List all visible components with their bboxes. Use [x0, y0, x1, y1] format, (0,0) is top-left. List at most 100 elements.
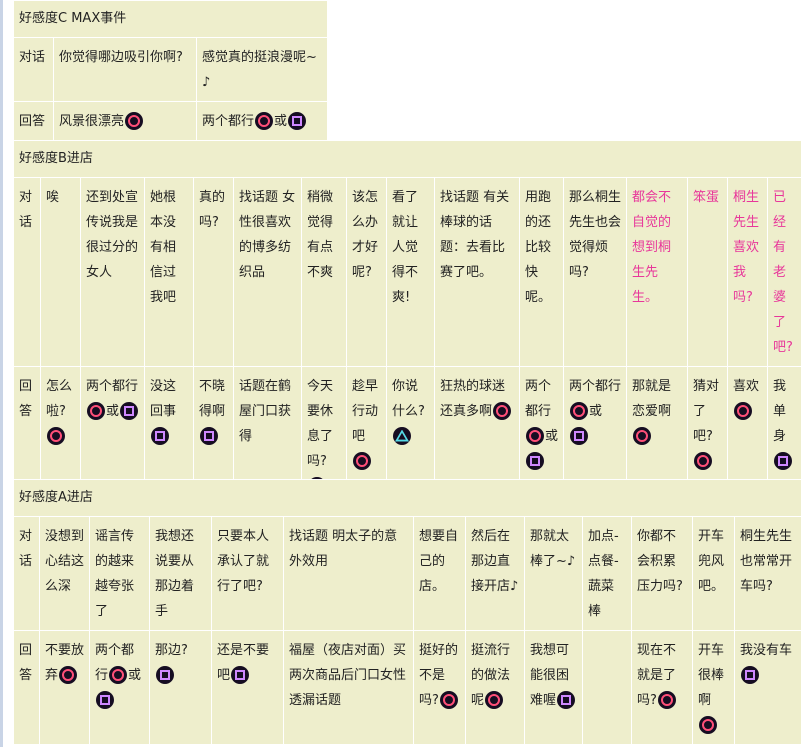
square-button-icon — [741, 665, 759, 684]
circle-button-icon — [353, 451, 371, 470]
answer-text: 趁早行动吧 — [352, 379, 379, 444]
circle-button-icon — [526, 426, 544, 445]
answer-cell: 我没有车 — [734, 630, 802, 745]
square-button-icon — [231, 665, 250, 684]
square-button-icon — [200, 426, 218, 445]
answer-cell: 还是不要吧 — [211, 630, 284, 745]
circle-button-icon — [47, 426, 65, 445]
dialogue-row: 对话 唉 还到处宣传说我是很过分的女人 她根本没有相信过我吧 真的吗? 找话题 … — [13, 177, 803, 367]
square-button-icon — [570, 426, 588, 445]
dialogue-row: 对话 没想到心结这么深 谣言传的越来越夸张了 我想还说要从那边着手 只要本人承认… — [13, 516, 802, 631]
circle-button-icon — [570, 401, 588, 420]
circle-button-icon — [657, 690, 676, 709]
answer-text: 风景很漂亮 — [59, 114, 125, 129]
dialogue-cell: 该怎么办才好呢? — [346, 177, 387, 367]
answer-cell: 我想可能很困难喔 — [524, 630, 583, 745]
row-label: 回答 — [13, 101, 54, 141]
table-title: 好感度A进店 — [13, 479, 802, 517]
dialogue-cell: 找话题 女性很喜欢的博多纺织品 — [233, 177, 302, 367]
circle-button-icon — [734, 401, 752, 420]
circle-button-icon — [255, 111, 274, 130]
dialogue-cell: 我想还说要从那边着手 — [149, 516, 212, 631]
answer-row: 回答 风景很漂亮 两个都行 或 — [13, 101, 329, 141]
dialogue-cell: 加点-点餐-蔬菜棒 — [582, 516, 632, 631]
event-table-a: 好感度A进店 对话 没想到心结这么深 谣言传的越来越夸张了 我想还说要从那边着手… — [13, 479, 802, 745]
answer-text: 或 — [274, 114, 288, 129]
circle-button-icon — [633, 426, 651, 445]
square-button-icon — [557, 690, 576, 709]
table-title: 好感度C MAX事件 — [12, 0, 329, 38]
answer-cell: 风景很漂亮 — [53, 101, 197, 141]
row-label: 对话 — [13, 177, 41, 367]
dialogue-row: 对话 你觉得哪边吸引你啊? 感觉真的挺浪漫呢~♪ — [13, 37, 329, 102]
answer-cell: 挺流行的做法呢 — [465, 630, 525, 745]
answer-text: 怎么啦? — [46, 379, 73, 419]
dialogue-cell: 没想到心结这么深 — [39, 516, 90, 631]
answer-text: 喜欢 — [733, 379, 760, 394]
dialogue-cell: 只要本人承认了就行了吧? — [211, 516, 284, 631]
dialogue-cell: 她根本没有相信过我吧 — [144, 177, 194, 367]
dialogue-cell: 桐生先生也常常开车吗? — [734, 516, 802, 631]
answer-text: 今天要休息了吗? — [307, 379, 334, 469]
circle-button-icon — [699, 715, 717, 734]
answer-cell: 两个都行或 — [195, 101, 329, 141]
table-title-row: 好感度C MAX事件 — [12, 0, 329, 38]
square-button-icon — [96, 690, 114, 709]
answer-text: 或 — [106, 404, 120, 419]
square-button-icon — [774, 451, 792, 470]
dialogue-cell: 已经有老婆了吧? — [766, 177, 803, 367]
event-table-c-max: 好感度C MAX事件 对话 你觉得哪边吸引你啊? 感觉真的挺浪漫呢~♪ 回答 风… — [12, 0, 329, 141]
table-title: 好感度B进店 — [12, 140, 803, 178]
circle-button-icon — [694, 451, 712, 470]
answer-cell: 现在不就是了吗? — [631, 630, 693, 745]
dialogue-cell: 找话题 明太子的意外效用 — [283, 516, 414, 631]
table-title-row: 好感度A进店 — [13, 479, 802, 517]
circle-button-icon — [493, 401, 512, 420]
dialogue-cell: 唉 — [40, 177, 81, 367]
square-button-icon — [156, 665, 174, 684]
circle-button-icon — [485, 690, 504, 709]
event-table-b: 好感度B进店 对话 唉 还到处宣传说我是很过分的女人 她根本没有相信过我吧 真的… — [12, 140, 803, 506]
page-left-border — [0, 0, 3, 747]
answer-text: 或 — [589, 404, 603, 419]
answer-cell: 那边? — [149, 630, 212, 745]
answer-text: 福屋（夜店对面）买两次商品后门口女性透漏话题 — [289, 643, 407, 708]
answer-cell: 两个都行或 — [89, 630, 150, 745]
triangle-button-icon — [393, 426, 411, 445]
square-button-icon — [526, 451, 544, 470]
dialogue-cell: 稍微觉得有点不爽 — [301, 177, 347, 367]
answer-text: 话题在鹤屋门口获得 — [239, 379, 292, 444]
dialogue-cell: 看了就让人觉得不爽! — [386, 177, 435, 367]
dialogue-cell: 用跑的还比较快呢。 — [519, 177, 564, 367]
dialogue-cell: 开车兜风吧。 — [692, 516, 735, 631]
circle-button-icon — [87, 401, 105, 420]
dialogue-cell: 谣言传的越来越夸张了 — [89, 516, 150, 631]
row-label: 对话 — [13, 37, 54, 102]
answer-cell: 不要放弃 — [39, 630, 90, 745]
table-title-row: 好感度B进店 — [12, 140, 803, 178]
dialogue-cell: 真的吗? — [193, 177, 234, 367]
dialogue-cell: 感觉真的挺浪漫呢~♪ — [195, 37, 329, 102]
answer-text: 或 — [128, 668, 142, 683]
answer-text: 猜对了吧? — [693, 379, 720, 444]
answer-cell — [582, 630, 632, 745]
row-label: 对话 — [13, 516, 40, 631]
dialogue-cell: 你都不会积累压力吗? — [631, 516, 693, 631]
circle-button-icon — [439, 690, 458, 709]
answer-row: 回答 不要放弃 两个都行或 那边? 还是不要吧 福屋（夜店对面）买两次商品后门口… — [13, 630, 802, 745]
dialogue-cell: 你觉得哪边吸引你啊? — [53, 37, 197, 102]
answer-text: 我单身 — [773, 379, 787, 444]
answer-text: 或 — [545, 429, 559, 444]
dialogue-cell: 然后在那边直接开店♪ — [465, 516, 525, 631]
dialogue-cell: 找话题 有关棒球的话题：去看比赛了吧。 — [434, 177, 520, 367]
answer-text: 那边? — [155, 643, 188, 658]
answer-text: 不晓得啊 — [199, 379, 226, 419]
answer-text: 你说什么? — [392, 379, 425, 419]
circle-button-icon — [109, 665, 128, 684]
dialogue-cell: 都会不自觉的想到桐生先生。 — [626, 177, 688, 367]
answer-text: 我没有车 — [740, 643, 793, 658]
answer-text: 两个都行 — [525, 379, 552, 419]
circle-button-icon — [59, 665, 78, 684]
dialogue-cell: 还到处宣传说我是很过分的女人 — [80, 177, 145, 367]
dialogue-cell: 那就太棒了~♪ — [524, 516, 583, 631]
